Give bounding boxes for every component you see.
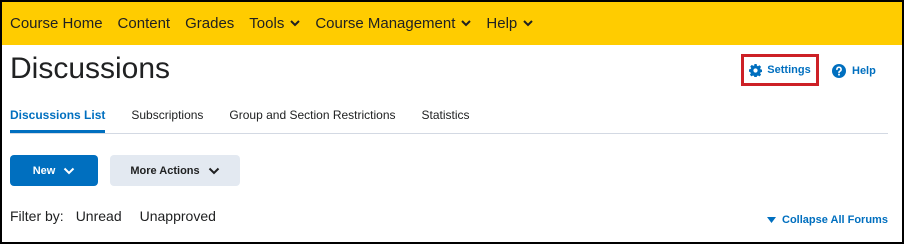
filter-bar: Filter by: Unread Unapproved [10,208,216,224]
nav-help[interactable]: Help [486,15,533,32]
nav-label: Tools [249,15,285,32]
course-navbar: Course Home Content Grades Tools Course … [2,2,902,45]
caret-down-icon [767,217,776,223]
page-title: Discussions [10,52,171,85]
tab-statistics[interactable]: Statistics [422,102,470,133]
nav-course-home[interactable]: Course Home [10,15,103,32]
more-actions-label: More Actions [130,164,200,177]
tab-bar: Discussions List Subscriptions Group and… [10,102,888,134]
tab-discussions-list[interactable]: Discussions List [10,102,106,133]
nav-label: Course Management [315,15,456,32]
nav-tools[interactable]: Tools [249,15,301,32]
gear-icon [749,63,763,77]
tab-group-section-restrictions[interactable]: Group and Section Restrictions [229,102,395,133]
nav-label: Help [486,15,518,32]
nav-label: Content [117,15,171,32]
app-window: Course Home Content Grades Tools Course … [0,0,904,244]
help-label: Help [852,65,876,77]
chevron-down-icon [63,167,75,175]
help-button[interactable]: Help [832,61,876,81]
settings-label: Settings [767,64,811,76]
chevron-down-icon [208,167,220,175]
filter-label: Filter by: [10,208,64,224]
chevron-down-icon [290,20,301,27]
filter-unapproved[interactable]: Unapproved [140,208,216,224]
tab-subscriptions[interactable]: Subscriptions [131,102,203,133]
nav-content[interactable]: Content [118,15,171,32]
new-button[interactable]: New [10,155,98,186]
filter-unread[interactable]: Unread [76,208,122,224]
nav-label: Grades [185,15,235,32]
settings-button[interactable]: Settings [741,54,819,86]
chevron-down-icon [461,20,472,27]
new-label: New [32,164,56,177]
nav-grades[interactable]: Grades [185,15,234,32]
help-circle-icon [832,64,846,78]
nav-label: Course Home [10,15,103,32]
collapse-all-forums-link[interactable]: Collapse All Forums [767,214,888,226]
chevron-down-icon [523,20,533,27]
nav-course-management[interactable]: Course Management [315,15,472,32]
collapse-label: Collapse All Forums [782,214,888,226]
more-actions-button[interactable]: More Actions [110,155,240,186]
